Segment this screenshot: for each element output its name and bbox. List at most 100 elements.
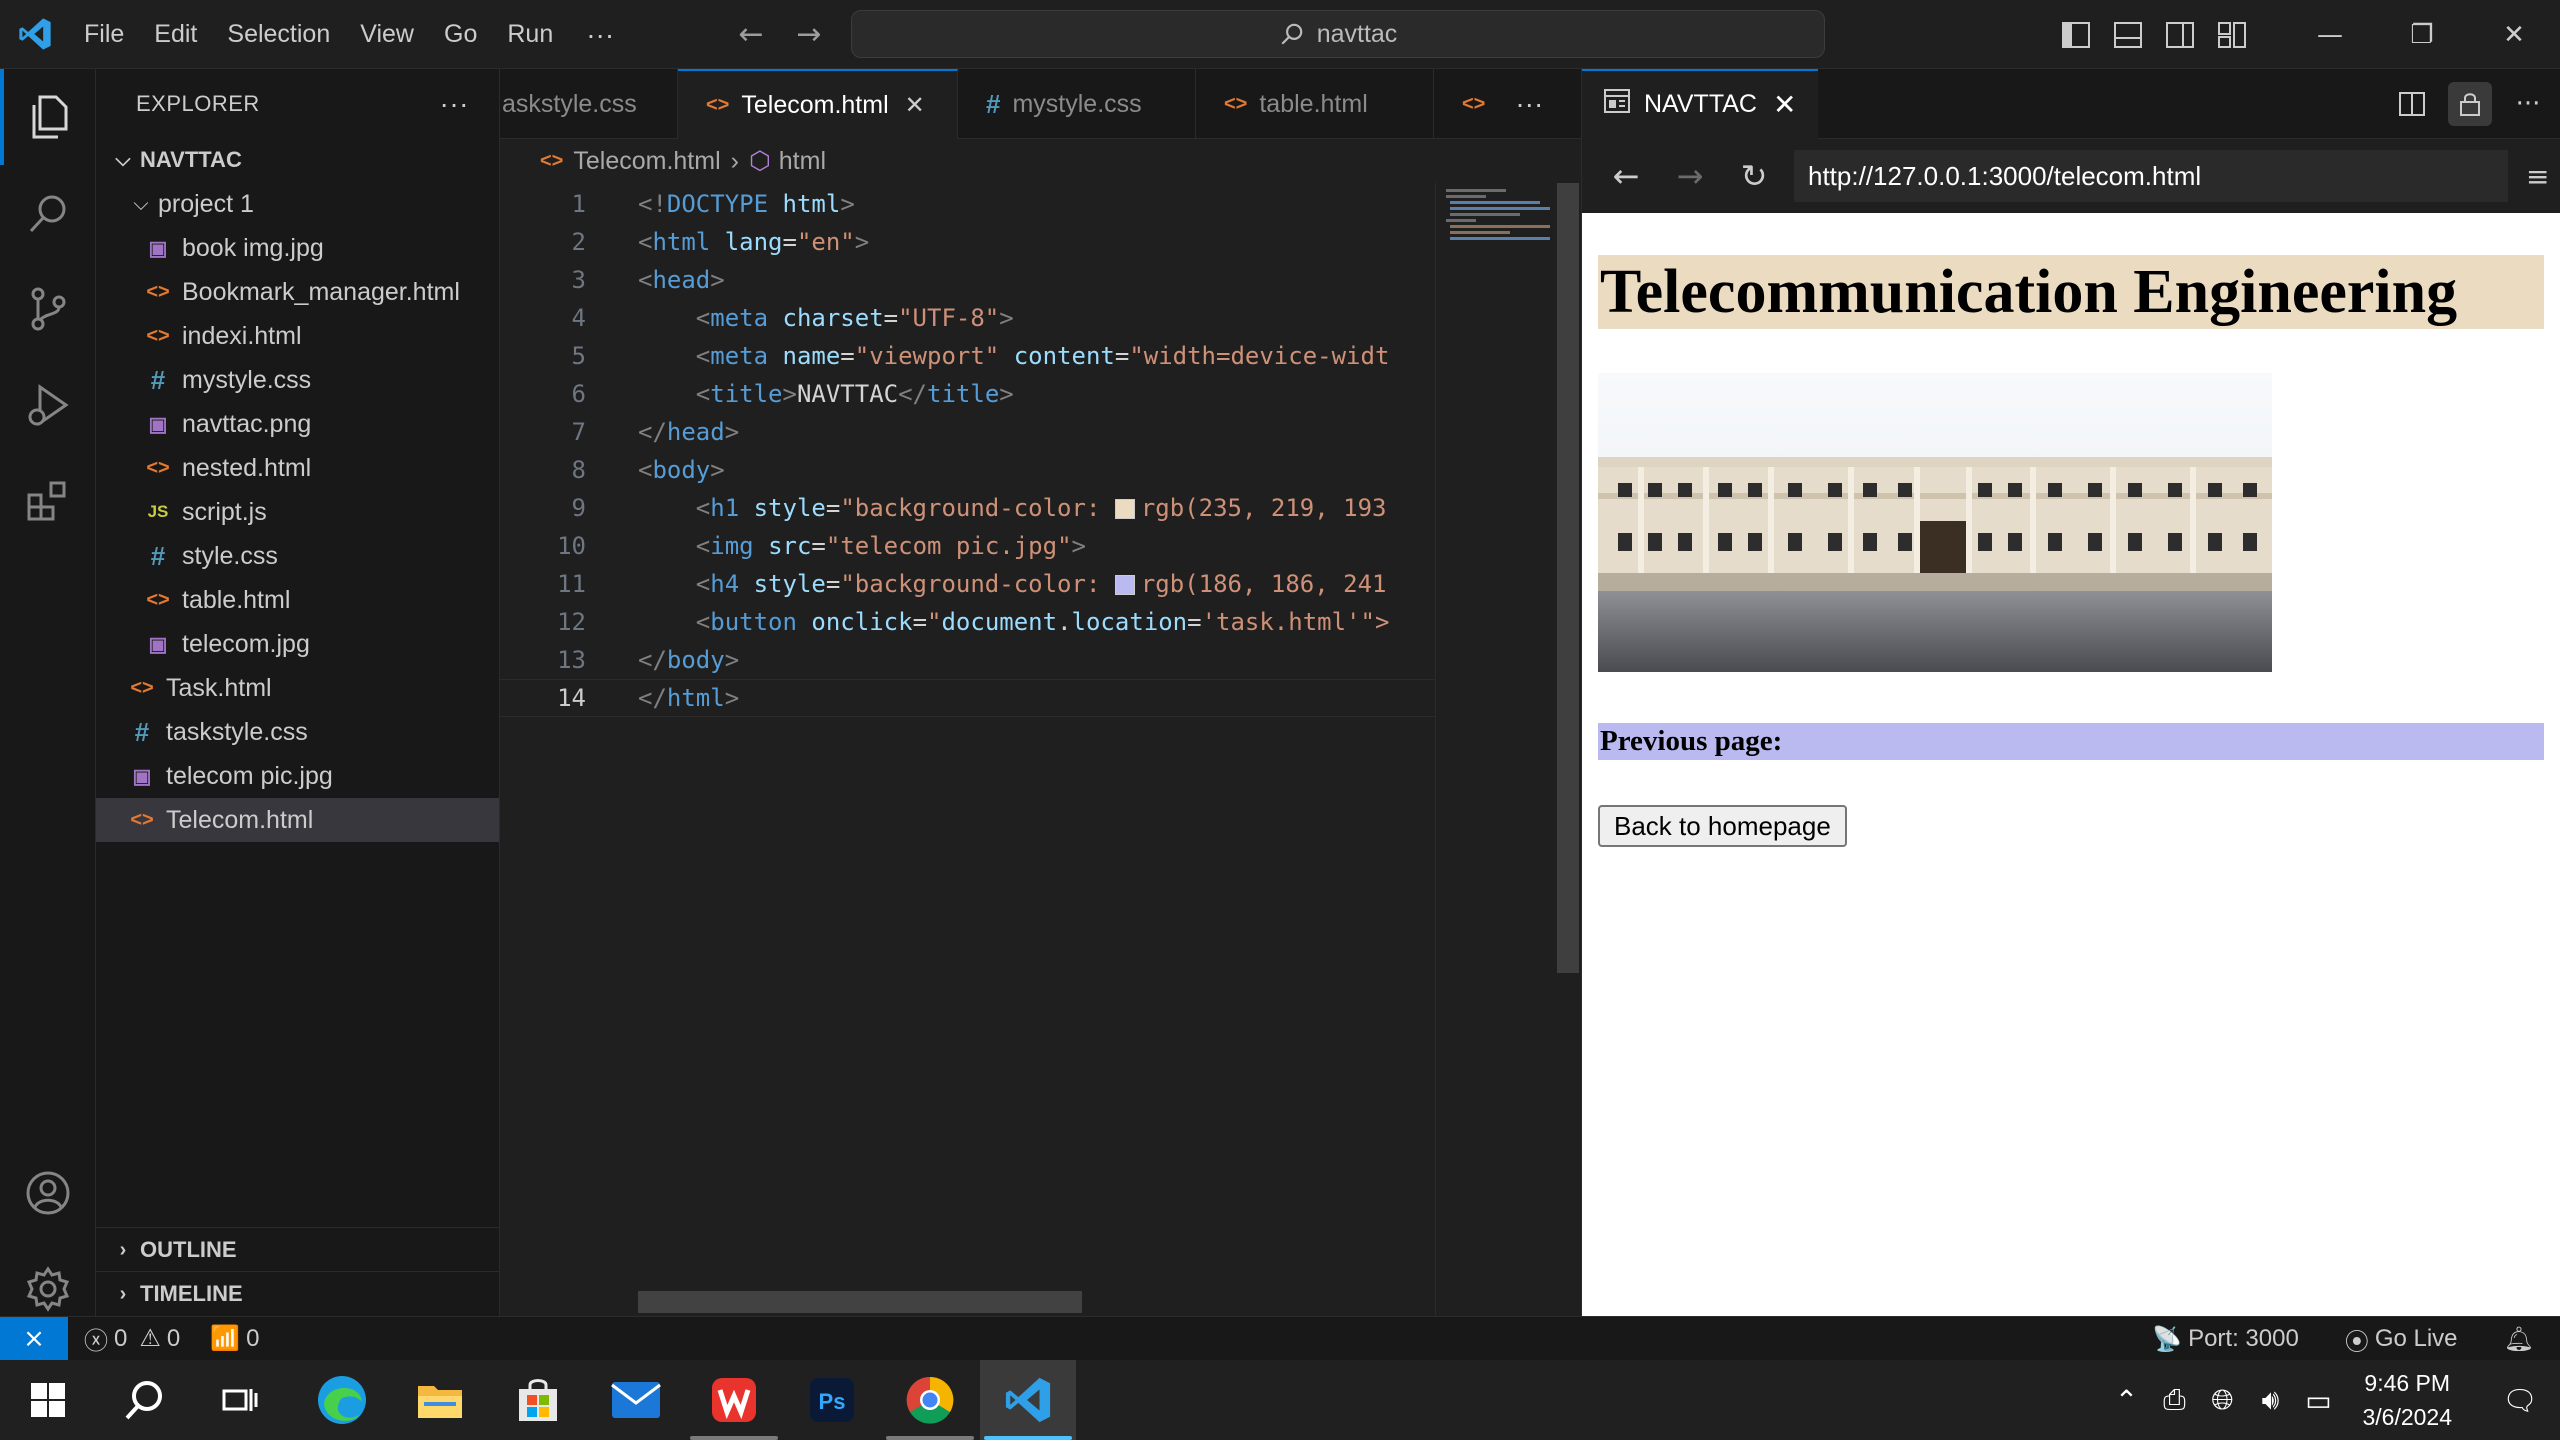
file-item[interactable]: ▣ navttac.png: [96, 402, 499, 446]
horizontal-scroll-thumb[interactable]: [638, 1291, 1082, 1313]
back-arrow-icon[interactable]: ←: [722, 17, 780, 52]
taskbar-search-icon[interactable]: [96, 1360, 192, 1440]
file-item[interactable]: # mystyle.css: [96, 358, 499, 402]
minimap[interactable]: [1435, 183, 1555, 1316]
editor-tab[interactable]: <> table.html: [1196, 69, 1434, 139]
browser-forward-icon[interactable]: →: [1658, 157, 1722, 195]
code-line[interactable]: 11 <h4 style="background-color: rgb(186,…: [500, 565, 1435, 603]
code-editor[interactable]: 1 <!DOCTYPE html> 2 <html lang="en"> 3 <head>…: [500, 183, 1435, 1316]
editor-tab[interactable]: askstyle.css: [500, 69, 678, 139]
tabs-more-button[interactable]: ···: [1515, 88, 1543, 120]
color-swatch-icon[interactable]: [1114, 499, 1135, 519]
breadcrumb-file[interactable]: Telecom.html: [573, 147, 720, 176]
problems-indicator[interactable]: ⓧ 0 ⚠ 0: [84, 1321, 180, 1356]
code-line[interactable]: 7 </head>: [500, 413, 1435, 451]
run-debug-icon[interactable]: [0, 357, 96, 453]
close-window-icon[interactable]: ✕: [2468, 0, 2560, 69]
code-line[interactable]: 13 </body>: [500, 641, 1435, 679]
menu-go[interactable]: Go: [429, 0, 492, 69]
go-live-button[interactable]: ⦿ Go Live: [2345, 1322, 2458, 1357]
split-editor-icon[interactable]: [2390, 82, 2434, 126]
menu-view[interactable]: View: [345, 0, 429, 69]
command-center-search[interactable]: navttac: [851, 10, 1825, 58]
outline-section[interactable]: › OUTLINE: [96, 1227, 500, 1272]
more-actions-icon[interactable]: ···: [2506, 82, 2550, 126]
notifications-bell-icon[interactable]: 🔔︎: [2504, 1325, 2534, 1354]
battery-icon[interactable]: ▭: [2294, 1384, 2342, 1417]
chrome-icon[interactable]: [882, 1360, 978, 1440]
reload-icon[interactable]: ↻: [1722, 157, 1786, 195]
toggle-panel-icon[interactable]: [2102, 0, 2154, 69]
code-line[interactable]: 2 <html lang="en">: [500, 223, 1435, 261]
wps-office-icon[interactable]: [686, 1360, 782, 1440]
photoshop-icon[interactable]: Ps: [784, 1360, 880, 1440]
timeline-section[interactable]: › TIMELINE: [96, 1271, 500, 1316]
forward-arrow-icon[interactable]: →: [780, 17, 838, 52]
notification-center-icon[interactable]: 🗨︎: [2480, 1384, 2560, 1417]
file-item[interactable]: ▣ book img.jpg: [96, 226, 499, 270]
file-item[interactable]: ▣ telecom pic.jpg: [96, 754, 499, 798]
menu-file[interactable]: File: [69, 0, 139, 69]
file-item[interactable]: <> nested.html: [96, 446, 499, 490]
file-item[interactable]: <> Telecom.html: [96, 798, 499, 842]
file-item[interactable]: <> indexi.html: [96, 314, 499, 358]
overflow-tab[interactable]: <> ···: [1434, 69, 1571, 139]
file-item[interactable]: <> Bookmark_manager.html: [96, 270, 499, 314]
code-line[interactable]: 14 </html>: [500, 679, 1435, 717]
file-item[interactable]: # style.css: [96, 534, 499, 578]
port-status[interactable]: 📡 Port: 3000: [2152, 1325, 2299, 1354]
source-control-icon[interactable]: [0, 261, 96, 357]
color-swatch-icon[interactable]: [1114, 575, 1135, 595]
file-item[interactable]: <> Task.html: [96, 666, 499, 710]
menu-edit[interactable]: Edit: [139, 0, 212, 69]
code-line[interactable]: 4 <meta charset="UTF-8">: [500, 299, 1435, 337]
clock[interactable]: 9:46 PM 3/6/2024: [2362, 1366, 2452, 1434]
explorer-more-button[interactable]: ···: [440, 88, 469, 120]
browser-menu-icon[interactable]: ≡: [2526, 160, 2549, 193]
mail-icon[interactable]: [588, 1360, 684, 1440]
ports-indicator[interactable]: 📶 0: [210, 1324, 259, 1353]
menu-run[interactable]: Run: [492, 0, 568, 69]
file-explorer-icon[interactable]: [392, 1360, 488, 1440]
restore-icon[interactable]: ❐: [2376, 0, 2468, 69]
accounts-icon[interactable]: [0, 1145, 96, 1241]
more-menu-button[interactable]: ···: [568, 0, 632, 69]
meet-now-icon[interactable]: ⎙: [2150, 1384, 2198, 1417]
volume-icon[interactable]: 🔊︎: [2246, 1384, 2294, 1417]
editor-tab[interactable]: <> Telecom.html ✕: [678, 69, 958, 139]
vscode-taskbar-icon[interactable]: [980, 1360, 1076, 1440]
close-icon[interactable]: ✕: [1773, 88, 1796, 121]
code-line[interactable]: 10 <img src="telecom pic.jpg">: [500, 527, 1435, 565]
toggle-secondary-sidebar-icon[interactable]: [2154, 0, 2206, 69]
vertical-scrollbar[interactable]: [1555, 183, 1581, 1316]
preview-tab[interactable]: NAVTTAC ✕: [1582, 68, 1819, 139]
microsoft-store-icon[interactable]: [490, 1360, 586, 1440]
folder-root-navttac[interactable]: ⌵ NAVTTAC: [96, 138, 499, 182]
file-item[interactable]: ▣ telecom.jpg: [96, 622, 499, 666]
folder-project-1[interactable]: ⌵ project 1: [96, 182, 499, 226]
remote-indicator-icon[interactable]: ⨯: [0, 1316, 68, 1361]
breadcrumb-symbol[interactable]: html: [779, 147, 826, 176]
file-item[interactable]: JS script.js: [96, 490, 499, 534]
task-view-icon[interactable]: [192, 1360, 288, 1440]
editor-tab[interactable]: # mystyle.css: [958, 69, 1196, 139]
url-input[interactable]: http://127.0.0.1:3000/telecom.html: [1794, 150, 2508, 202]
code-line[interactable]: 1 <!DOCTYPE html>: [500, 185, 1435, 223]
close-icon[interactable]: ✕: [905, 91, 925, 120]
code-line[interactable]: 6 <title>NAVTTAC</title>: [500, 375, 1435, 413]
code-line[interactable]: 3 <head>: [500, 261, 1435, 299]
edge-browser-icon[interactable]: [294, 1360, 390, 1440]
minimize-icon[interactable]: —: [2284, 0, 2376, 69]
chevron-up-icon[interactable]: ⌃: [2102, 1384, 2150, 1417]
network-globe-icon[interactable]: 🌐︎: [2198, 1384, 2246, 1417]
search-icon[interactable]: [0, 165, 96, 261]
menu-selection[interactable]: Selection: [212, 0, 345, 69]
vertical-scroll-thumb[interactable]: [1557, 183, 1579, 973]
explorer-icon[interactable]: [0, 69, 96, 165]
extensions-icon[interactable]: [0, 453, 96, 549]
file-item[interactable]: # taskstyle.css: [96, 710, 499, 754]
toggle-primary-sidebar-icon[interactable]: [2050, 0, 2102, 69]
browser-back-icon[interactable]: ←: [1594, 157, 1658, 195]
code-line[interactable]: 5 <meta name="viewport" content="width=d…: [500, 337, 1435, 375]
code-line[interactable]: 9 <h1 style="background-color: rgb(235, …: [500, 489, 1435, 527]
